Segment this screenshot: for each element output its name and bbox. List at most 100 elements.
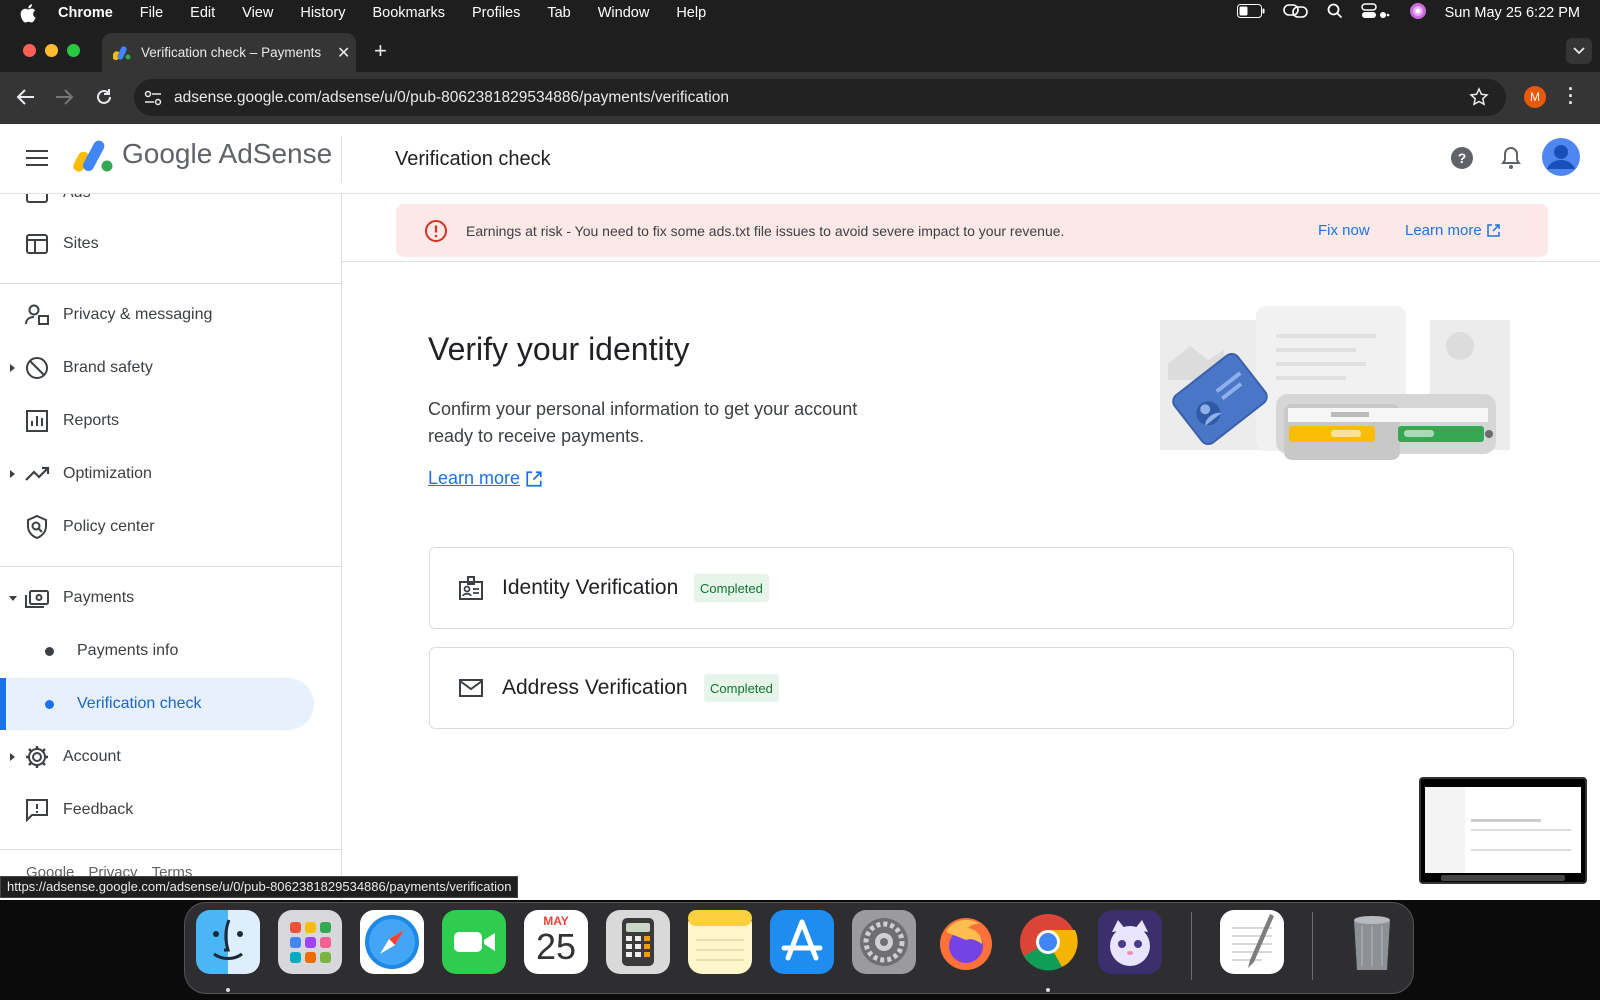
calendar-icon[interactable]: MAY 25 [524, 910, 588, 974]
page-title: Verification check [395, 148, 551, 170]
alert-message: Earnings at risk - You need to fix some … [466, 222, 1065, 239]
sidebar-item-feedback[interactable]: Feedback [0, 784, 341, 836]
sidebar-item-ads[interactable]: Ads [0, 194, 341, 219]
menu-tab[interactable]: Tab [547, 5, 570, 21]
sidebar-item-privacy-messaging[interactable]: Privacy & messaging [0, 289, 341, 341]
back-button[interactable] [16, 88, 36, 111]
sidebar-item-optimization[interactable]: Optimization [0, 448, 341, 500]
expand-caret-icon[interactable] [10, 753, 15, 761]
menu-datetime[interactable]: Sun May 25 6:22 PM [1445, 5, 1580, 21]
launchpad-icon[interactable] [278, 910, 342, 974]
menu-profiles[interactable]: Profiles [472, 5, 520, 21]
menu-app-name[interactable]: Chrome [58, 5, 113, 21]
menu-edit[interactable]: Edit [190, 5, 215, 21]
sidebar-item-label: Privacy & messaging [63, 306, 213, 323]
earnings-alert-banner: Earnings at risk - You need to fix some … [396, 204, 1548, 257]
sidebar-item-reports[interactable]: Reports [0, 395, 341, 447]
trash-icon[interactable] [1340, 910, 1404, 974]
adsense-logo-icon [72, 139, 114, 178]
help-icon[interactable]: ? [1450, 146, 1474, 175]
chrome-icon[interactable] [1016, 910, 1080, 974]
sidebar: Ads Sites Privacy & messaging Brand safe… [0, 194, 342, 900]
site-info-icon[interactable] [144, 90, 162, 106]
identity-verification-card[interactable]: Identity Verification Completed [429, 547, 1514, 629]
apple-icon[interactable] [20, 3, 40, 23]
sidebar-divider [0, 283, 341, 284]
web-page: Google AdSense Verification check ? Ads … [0, 124, 1600, 900]
screenshot-thumbnail[interactable] [1419, 777, 1587, 884]
link-status-bar: https://adsense.google.com/adsense/u/0/p… [0, 876, 519, 898]
reload-button[interactable] [94, 87, 114, 112]
sidebar-item-policy-center[interactable]: Policy center [0, 501, 341, 553]
battery-icon[interactable] [1236, 4, 1265, 22]
app-store-icon[interactable] [770, 910, 834, 974]
expand-caret-icon[interactable] [10, 364, 15, 372]
notes-icon[interactable] [688, 910, 752, 974]
hamburger-menu-icon[interactable] [26, 150, 48, 171]
browser-tab[interactable]: Verification check – Payments ✕ [102, 33, 356, 72]
sidebar-item-label: Policy center [63, 518, 155, 535]
address-bar[interactable]: adsense.google.com/adsense/u/0/pub-80623… [134, 79, 1506, 116]
privacy-icon [24, 302, 50, 328]
forward-button[interactable] [54, 88, 74, 111]
sidebar-item-label: Brand safety [63, 359, 153, 376]
calculator-icon[interactable] [606, 910, 670, 974]
url-text: adsense.google.com/adsense/u/0/pub-80623… [174, 88, 729, 106]
firefox-icon[interactable] [934, 910, 998, 974]
svg-text:?: ? [1458, 150, 1467, 166]
safari-icon[interactable] [360, 910, 424, 974]
sidebar-subitem-payments-info[interactable]: Payments info [0, 625, 341, 677]
new-tab-button[interactable]: + [374, 38, 387, 64]
screen-mirroring-icon[interactable] [1282, 3, 1309, 23]
app-logo-text[interactable]: Google AdSense [122, 138, 332, 170]
menu-history[interactable]: History [300, 5, 345, 21]
fix-now-link[interactable]: Fix now [1318, 222, 1370, 239]
external-link-icon [526, 470, 542, 487]
menu-window[interactable]: Window [598, 5, 650, 21]
profile-avatar[interactable]: M [1524, 86, 1546, 108]
dock-separator [1191, 912, 1192, 980]
siri-icon[interactable] [1409, 2, 1427, 24]
search-icon[interactable] [1327, 3, 1343, 23]
zoom-window-button[interactable] [67, 44, 80, 57]
textedit-icon[interactable] [1220, 910, 1284, 974]
hero-title: Verify your identity [428, 331, 690, 367]
tab-search-button[interactable] [1566, 38, 1592, 64]
chrome-menu-icon[interactable]: · · · [1568, 80, 1574, 112]
policy-shield-icon [24, 514, 50, 540]
account-avatar[interactable] [1542, 138, 1580, 181]
expand-caret-icon[interactable] [10, 470, 15, 478]
hero-learn-more-link[interactable]: Learn more [428, 468, 542, 489]
feedback-icon [24, 797, 50, 823]
menu-help[interactable]: Help [676, 5, 706, 21]
notifications-bell-icon[interactable] [1500, 146, 1522, 175]
ads-icon [24, 194, 50, 206]
sidebar-item-label: Ads [63, 194, 91, 202]
collapse-caret-icon[interactable] [9, 595, 17, 601]
id-badge-icon [458, 575, 484, 601]
sidebar-item-account[interactable]: Account [0, 731, 341, 783]
sidebar-item-label: Feedback [63, 801, 134, 818]
sidebar-item-label: Sites [63, 235, 99, 252]
menu-bookmarks[interactable]: Bookmarks [372, 5, 445, 21]
finder-icon[interactable] [196, 910, 260, 974]
control-center-icon[interactable] [1360, 3, 1391, 23]
close-window-button[interactable] [23, 44, 36, 57]
bookmark-star-icon[interactable] [1469, 87, 1489, 112]
menu-file[interactable]: File [140, 5, 163, 21]
system-settings-icon[interactable] [852, 910, 916, 974]
running-indicator [1046, 988, 1050, 992]
sidebar-divider [0, 566, 341, 567]
sidebar-item-label: Optimization [63, 465, 152, 482]
sidebar-subitem-verification-check[interactable]: Verification check [0, 678, 314, 730]
sidebar-item-brand-safety[interactable]: Brand safety [0, 342, 341, 394]
close-tab-icon[interactable]: ✕ [337, 43, 350, 63]
menu-view[interactable]: View [242, 5, 273, 21]
facetime-icon[interactable] [442, 910, 506, 974]
sidebar-item-payments[interactable]: Payments [0, 572, 341, 624]
cat-app-icon[interactable] [1098, 910, 1162, 974]
address-verification-card[interactable]: Address Verification Completed [429, 647, 1514, 729]
minimize-window-button[interactable] [45, 44, 58, 57]
sidebar-item-sites[interactable]: Sites [0, 218, 341, 270]
alert-learn-more-link[interactable]: Learn more [1405, 222, 1500, 239]
